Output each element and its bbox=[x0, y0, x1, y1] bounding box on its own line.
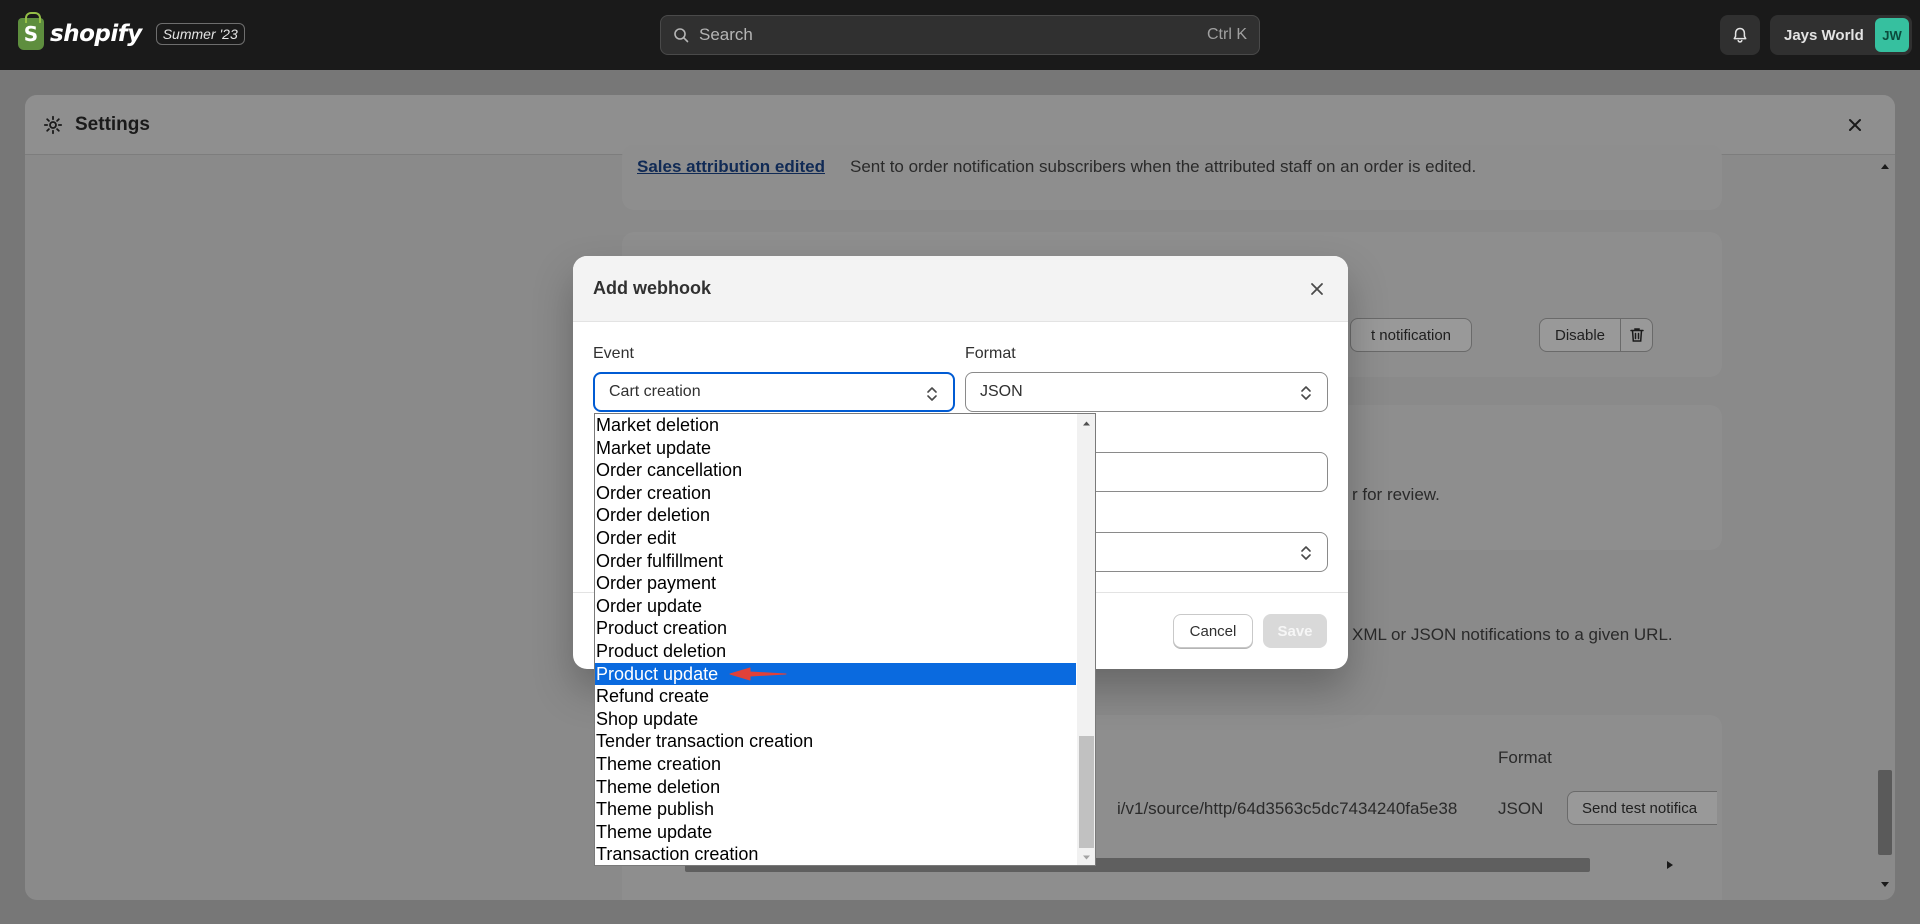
format-column-header: Format bbox=[1498, 748, 1552, 767]
event-select-value: Cart creation bbox=[609, 383, 701, 400]
event-option[interactable]: Order cancellation bbox=[595, 459, 1076, 482]
top-bar: S shopify Summer '23 Search Ctrl K Jays … bbox=[0, 0, 1920, 70]
annotation-arrow-icon bbox=[729, 667, 787, 681]
vertical-scroll-thumb[interactable] bbox=[1878, 770, 1892, 855]
settings-title: Settings bbox=[75, 113, 150, 135]
select-arrows-icon bbox=[1301, 546, 1311, 560]
event-option[interactable]: Order creation bbox=[595, 482, 1076, 505]
store-name: Jays World bbox=[1784, 26, 1864, 44]
modal-close-button[interactable] bbox=[1306, 278, 1328, 300]
close-icon bbox=[1311, 283, 1323, 295]
event-option[interactable]: Theme creation bbox=[595, 753, 1076, 776]
format-select[interactable]: JSON bbox=[965, 372, 1328, 412]
trash-icon bbox=[1629, 328, 1644, 342]
webhook-send-test-button[interactable]: Send test notifica bbox=[1567, 791, 1717, 825]
sales-attribution-link[interactable]: Sales attribution edited bbox=[637, 157, 825, 177]
webhook-send-test-label: Send test notifica bbox=[1582, 799, 1698, 817]
event-label: Event bbox=[593, 345, 634, 362]
event-option[interactable]: Market deletion bbox=[595, 414, 1076, 437]
review-text: r for review. bbox=[1352, 485, 1440, 504]
format-select-value: JSON bbox=[980, 383, 1023, 400]
disable-button[interactable]: Disable bbox=[1539, 318, 1621, 352]
gear-icon bbox=[43, 115, 63, 134]
save-button[interactable]: Save bbox=[1263, 614, 1327, 648]
cancel-button[interactable]: Cancel bbox=[1173, 614, 1253, 648]
notification-card: Sales attribution edited Sent to order n… bbox=[622, 145, 1722, 210]
select-arrows-icon bbox=[927, 387, 937, 401]
event-option[interactable]: Order update bbox=[595, 595, 1076, 618]
event-option[interactable]: Product deletion bbox=[595, 640, 1076, 663]
event-option[interactable]: Order edit bbox=[595, 527, 1076, 550]
search-icon bbox=[674, 28, 689, 43]
event-option[interactable]: Order payment bbox=[595, 572, 1076, 595]
scroll-down-arrow-icon[interactable] bbox=[1878, 879, 1892, 891]
listbox-scroll-up-icon[interactable] bbox=[1081, 418, 1092, 429]
event-select[interactable]: Cart creation bbox=[593, 372, 955, 412]
event-option[interactable]: Order fulfillment bbox=[595, 550, 1076, 573]
select-arrows-icon bbox=[1301, 386, 1311, 400]
search-bar[interactable]: Search Ctrl K bbox=[660, 15, 1260, 55]
event-option[interactable]: Theme deletion bbox=[595, 776, 1076, 799]
send-test-notification-button[interactable]: t notification bbox=[1350, 318, 1472, 352]
send-test-label: t notification bbox=[1370, 326, 1452, 344]
search-shortcut: Ctrl K bbox=[1207, 26, 1247, 43]
search-placeholder: Search bbox=[699, 25, 753, 44]
event-option[interactable]: Order deletion bbox=[595, 504, 1076, 527]
close-icon bbox=[1849, 119, 1861, 131]
listbox-scroll-thumb[interactable] bbox=[1079, 736, 1094, 848]
event-option[interactable]: Tender transaction creation bbox=[595, 730, 1076, 753]
sales-attribution-desc: Sent to order notification subscribers w… bbox=[850, 157, 1477, 176]
format-label: Format bbox=[965, 345, 1016, 362]
event-option[interactable]: Market update bbox=[595, 437, 1076, 460]
notifications-button[interactable] bbox=[1720, 15, 1760, 55]
webhook-url-cell: i/v1/source/http/64d3563c5dc7434240fa5e3… bbox=[1117, 799, 1458, 818]
webhook-format-cell: JSON bbox=[1498, 799, 1544, 818]
bell-icon bbox=[1733, 27, 1747, 43]
avatar: JW bbox=[1875, 18, 1909, 52]
event-option[interactable]: Refund create bbox=[595, 685, 1076, 708]
scroll-up-arrow-icon[interactable] bbox=[1878, 160, 1892, 172]
modal-title: Add webhook bbox=[593, 278, 711, 298]
event-options-listbox[interactable]: Market deletion Market update Order cancel… bbox=[594, 413, 1096, 866]
shopify-logo[interactable]: S shopify Summer '23 bbox=[18, 12, 245, 50]
disable-label: Disable bbox=[1554, 326, 1606, 344]
event-option[interactable]: Theme publish bbox=[595, 798, 1076, 821]
store-menu-button[interactable]: Jays World JW bbox=[1770, 15, 1912, 55]
edition-badge: Summer '23 bbox=[155, 23, 245, 45]
event-option[interactable]: Shop update bbox=[595, 708, 1076, 731]
event-option[interactable]: Product update bbox=[595, 662, 1076, 686]
modal-header: Add webhook bbox=[573, 256, 1348, 322]
brand-name: shopify bbox=[50, 21, 142, 47]
scroll-right-arrow-icon[interactable] bbox=[1663, 858, 1677, 872]
delete-button[interactable] bbox=[1621, 318, 1653, 352]
shopify-bag-icon: S bbox=[18, 12, 44, 50]
webhooks-desc: XML or JSON notifications to a given URL… bbox=[1352, 625, 1673, 644]
event-option[interactable]: Theme update bbox=[595, 821, 1076, 844]
settings-close-button[interactable] bbox=[1843, 113, 1867, 137]
event-option[interactable]: Product creation bbox=[595, 617, 1076, 640]
listbox-scroll-down-icon[interactable] bbox=[1081, 852, 1092, 863]
event-option[interactable]: Transaction creation bbox=[595, 843, 1076, 865]
